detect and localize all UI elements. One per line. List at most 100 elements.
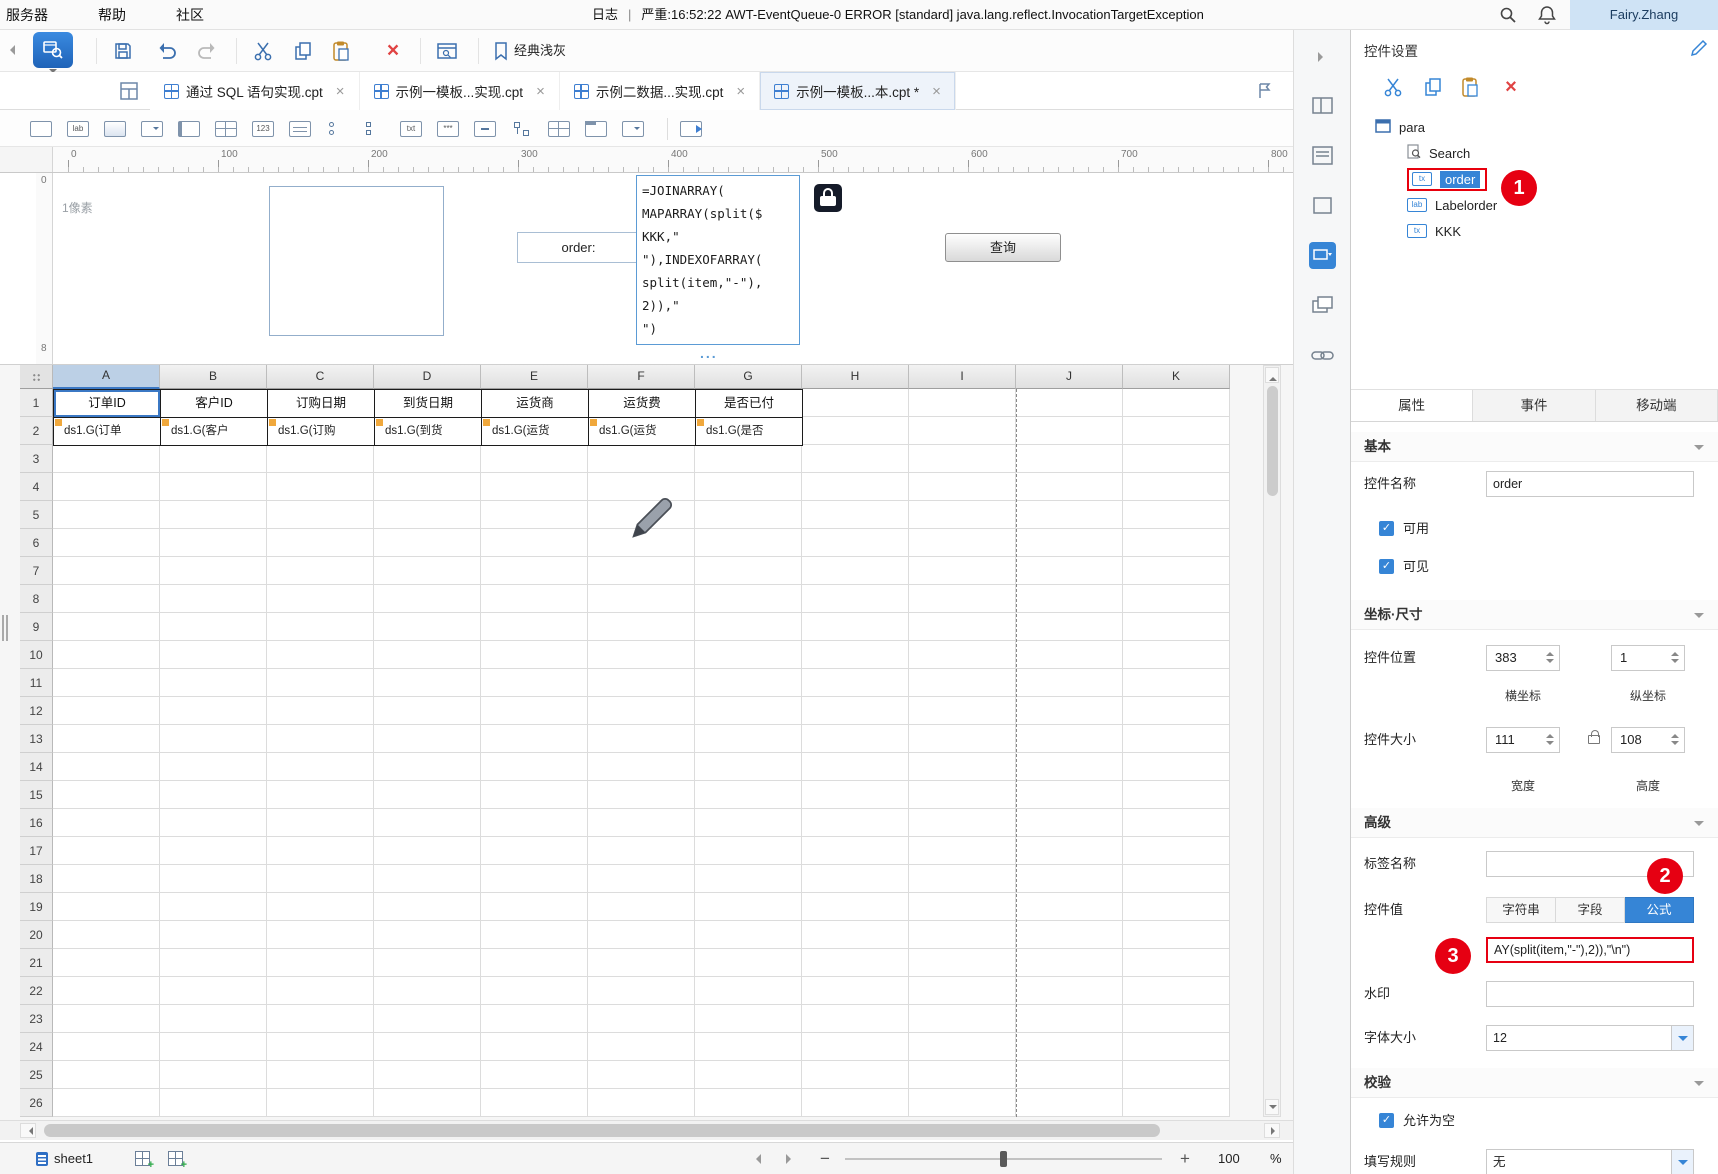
grid-cell-F18[interactable] <box>588 865 695 893</box>
grid-cell-K9[interactable] <box>1123 613 1230 641</box>
grid-cell-J10[interactable] <box>1016 641 1123 669</box>
report-tab-1[interactable]: 通过 SQL 语句实现.cpt × <box>150 72 360 110</box>
grid-cell-B26[interactable] <box>160 1089 267 1117</box>
grid-cell-D3[interactable] <box>374 445 481 473</box>
column-header-F[interactable]: F <box>588 365 695 389</box>
fill-rule-select[interactable]: 无 <box>1486 1149 1694 1174</box>
grid-cell-H24[interactable] <box>802 1033 909 1061</box>
grid-cell-G23[interactable] <box>695 1005 802 1033</box>
grid-cell-G16[interactable] <box>695 809 802 837</box>
grid-cell-K19[interactable] <box>1123 893 1230 921</box>
grid-cell-B14[interactable] <box>160 753 267 781</box>
grid-cell-I4[interactable] <box>909 473 1016 501</box>
grid-cell-B19[interactable] <box>160 893 267 921</box>
delete-button[interactable]: × <box>1499 75 1523 99</box>
empty-layout-block[interactable] <box>269 186 444 336</box>
grid-cell-E10[interactable] <box>481 641 588 669</box>
grid-cell-I5[interactable] <box>909 501 1016 529</box>
grid-cell-F17[interactable] <box>588 837 695 865</box>
grid-cell-J21[interactable] <box>1016 949 1123 977</box>
grid-cell-C15[interactable] <box>267 781 374 809</box>
grid-cell-H9[interactable] <box>802 613 909 641</box>
template-list-icon[interactable] <box>118 80 140 105</box>
collapse-left-icon[interactable] <box>5 45 15 55</box>
user-account[interactable]: Fairy.Zhang <box>1570 0 1718 30</box>
textarea-widget-icon[interactable] <box>287 118 313 140</box>
zoom-level[interactable]: 100 <box>1218 1143 1240 1174</box>
grid-cell-F20[interactable] <box>588 921 695 949</box>
grid-cell-G12[interactable] <box>695 697 802 725</box>
report-tab-2[interactable]: 示例一模板...实现.cpt × <box>359 72 560 110</box>
cell-E2[interactable]: ds1.G(运货 <box>481 417 588 445</box>
value-type-field[interactable]: 字段 <box>1556 897 1625 923</box>
grid-cell-F14[interactable] <box>588 753 695 781</box>
grid-cell-J1[interactable] <box>1016 389 1123 417</box>
grid-cell-B21[interactable] <box>160 949 267 977</box>
grid-cell-C11[interactable] <box>267 669 374 697</box>
tree-item-search[interactable]: Search <box>1351 140 1718 166</box>
horizontal-scrollbar[interactable] <box>0 1120 1293 1140</box>
log-status[interactable]: 日志 | 严重:16:52:22 AWT-EventQueue-0 ERROR [s… <box>592 0 1204 30</box>
spinner-icon[interactable] <box>1671 648 1681 666</box>
layers-icon[interactable] <box>1309 292 1336 319</box>
grid-cell-J24[interactable] <box>1016 1033 1123 1061</box>
grid-cell-F24[interactable] <box>588 1033 695 1061</box>
grid-cell-B16[interactable] <box>160 809 267 837</box>
text-widget-icon[interactable] <box>28 118 54 140</box>
grid-cell-F21[interactable] <box>588 949 695 977</box>
cell-F2[interactable]: ds1.G(运货 <box>588 417 695 445</box>
grid-cell-G26[interactable] <box>695 1089 802 1117</box>
grid-cell-K16[interactable] <box>1123 809 1230 837</box>
tree-item-para[interactable]: para <box>1351 114 1718 140</box>
grid-cell-H6[interactable] <box>802 529 909 557</box>
tab-close-icon[interactable]: × <box>932 83 941 100</box>
grid-cell-I22[interactable] <box>909 977 1016 1005</box>
grid-cell-C3[interactable] <box>267 445 374 473</box>
textfield-widget-icon[interactable]: txt <box>398 118 424 140</box>
grid-cell-F7[interactable] <box>588 557 695 585</box>
grid-cell-F25[interactable] <box>588 1061 695 1089</box>
radiogroup-widget-icon[interactable] <box>324 118 350 140</box>
grid-cell-F15[interactable] <box>588 781 695 809</box>
column-header-E[interactable]: E <box>481 365 588 389</box>
row-header-16[interactable]: 16 <box>20 809 53 837</box>
grid-cell-K26[interactable] <box>1123 1089 1230 1117</box>
grid-cell-E4[interactable] <box>481 473 588 501</box>
grid-cell-E16[interactable] <box>481 809 588 837</box>
grid-cell-B23[interactable] <box>160 1005 267 1033</box>
widget-settings-icon[interactable] <box>1309 242 1336 269</box>
grid-cell-A14[interactable] <box>53 753 160 781</box>
grid-cell-E7[interactable] <box>481 557 588 585</box>
horizontal-scroll-thumb[interactable] <box>44 1124 1160 1137</box>
grid-cell-H12[interactable] <box>802 697 909 725</box>
query-button-widget[interactable]: 查询 <box>945 233 1061 262</box>
combocheck-widget-icon[interactable] <box>620 118 646 140</box>
grid-cell-J5[interactable] <box>1016 501 1123 529</box>
sheet-prev-icon[interactable] <box>751 1154 761 1164</box>
widget-info-icon[interactable] <box>1309 142 1336 169</box>
column-header-H[interactable]: H <box>802 365 909 389</box>
column-header-A[interactable]: A <box>53 365 160 389</box>
grid-cell-A11[interactable] <box>53 669 160 697</box>
grid-cell-B24[interactable] <box>160 1033 267 1061</box>
grid-cell-I9[interactable] <box>909 613 1016 641</box>
button-widget-icon[interactable] <box>102 118 128 140</box>
order-text-widget-selected[interactable]: =JOINARRAY(MAPARRAY(split($ KKK," "),INDEX… <box>636 175 800 345</box>
panel-tab-events[interactable]: 事件 <box>1473 390 1596 421</box>
grid-cell-E23[interactable] <box>481 1005 588 1033</box>
grid-cell-E6[interactable] <box>481 529 588 557</box>
grid-cell-E24[interactable] <box>481 1033 588 1061</box>
cell-B2[interactable]: ds1.G(客户 <box>160 417 267 445</box>
checkbox-checked-icon[interactable]: ✓ <box>1379 1113 1394 1128</box>
section-coords[interactable]: 坐标·尺寸 <box>1351 600 1718 630</box>
grid-cell-J23[interactable] <box>1016 1005 1123 1033</box>
grid-cell-E20[interactable] <box>481 921 588 949</box>
report-block-widget-icon[interactable] <box>678 118 704 140</box>
chevron-down-icon[interactable] <box>1671 1026 1693 1050</box>
grid-cell-K1[interactable] <box>1123 389 1230 417</box>
edit-pencil-icon[interactable] <box>1689 38 1709 61</box>
grid-cell-B3[interactable] <box>160 445 267 473</box>
grid-cell-J4[interactable] <box>1016 473 1123 501</box>
row-header-14[interactable]: 14 <box>20 753 53 781</box>
grid-cell-H3[interactable] <box>802 445 909 473</box>
